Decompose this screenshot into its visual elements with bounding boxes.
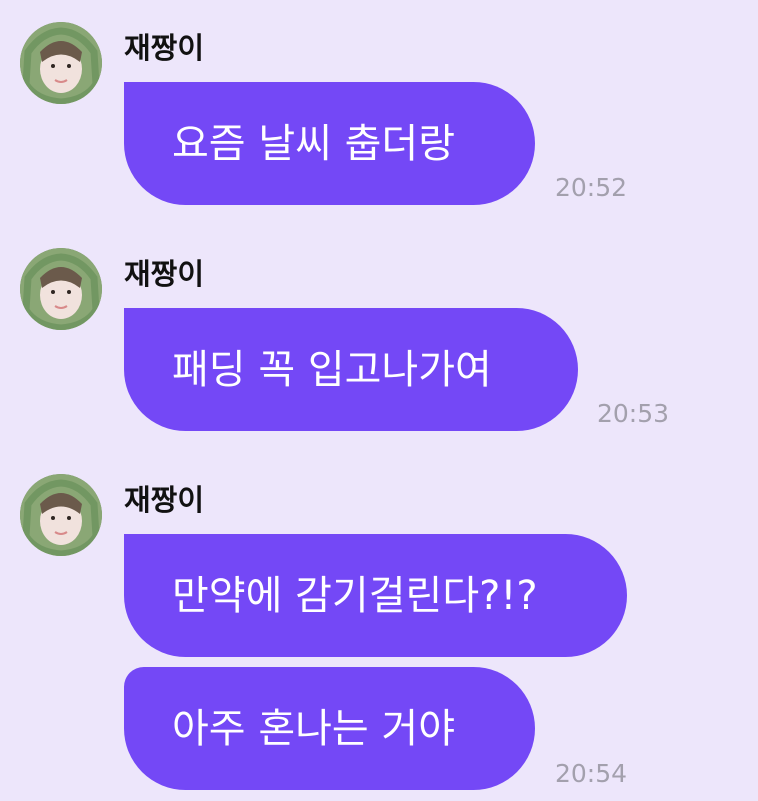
chat-thread: 재짱이 요즘 날씨 춥더랑 20:52 재짱이 패딩 꼭 입고나가여 20:53 — [0, 0, 758, 801]
avatar[interactable] — [20, 22, 102, 104]
profile-photo-icon — [20, 474, 102, 556]
message-time: 20:52 — [555, 173, 628, 202]
message-text: 요즘 날씨 춥더랑 — [172, 120, 456, 167]
message-bubble[interactable]: 만약에 감기걸린다?!? — [124, 534, 627, 657]
avatar[interactable] — [20, 248, 102, 330]
message-time: 20:53 — [597, 399, 670, 428]
message-bubble[interactable]: 패딩 꼭 입고나가여 — [124, 308, 578, 431]
message-text: 아주 혼나는 거야 — [172, 705, 456, 752]
message-text: 만약에 감기걸린다?!? — [172, 572, 538, 619]
message-bubble[interactable]: 아주 혼나는 거야 — [124, 667, 535, 790]
sender-name: 재짱이 — [124, 31, 205, 65]
message-time: 20:54 — [555, 759, 628, 788]
profile-photo-icon — [20, 22, 102, 104]
profile-photo-icon — [20, 248, 102, 330]
avatar[interactable] — [20, 474, 102, 556]
sender-name: 재짱이 — [124, 483, 205, 517]
message-bubble[interactable]: 요즘 날씨 춥더랑 — [124, 82, 535, 205]
message-text: 패딩 꼭 입고나가여 — [172, 346, 492, 393]
sender-name: 재짱이 — [124, 257, 205, 291]
